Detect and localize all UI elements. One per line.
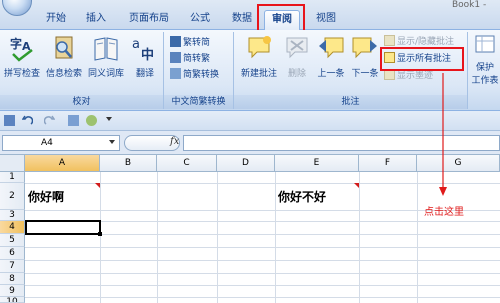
annotation-arrow (439, 73, 447, 196)
